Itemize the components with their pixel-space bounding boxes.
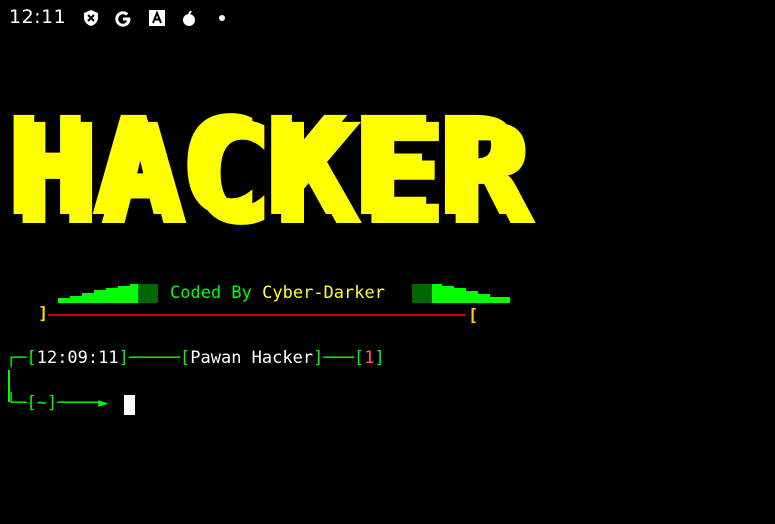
credit-text: Coded By Cyber-Darker	[170, 283, 385, 303]
prompt-time: 12:09:11	[36, 348, 119, 368]
banner-text: HACKER	[4, 100, 522, 240]
terminal-cursor[interactable]	[124, 395, 135, 415]
red-divider	[48, 314, 466, 316]
separator-row: ] [	[38, 304, 479, 326]
prompt-input-line: └─[~]────►	[6, 393, 109, 413]
credit-author: Cyber-Darker	[262, 283, 385, 303]
hacker-banner: HACKER HACKER	[0, 89, 540, 256]
prompt-count: 1	[364, 348, 375, 368]
prompt-header: ┌─[12:09:11]─────[Pawan Hacker]───[1]	[6, 348, 385, 368]
shield-x-icon	[82, 9, 100, 31]
prompt-user: Pawan Hacker	[190, 348, 314, 368]
status-bar: 12:11	[0, 0, 775, 36]
notification-dot-icon	[219, 15, 225, 21]
bomb-icon	[181, 9, 197, 31]
font-icon	[148, 9, 166, 31]
google-icon	[113, 9, 133, 33]
prompt-dir: ~	[36, 393, 47, 413]
credit-prefix: Coded By	[170, 283, 252, 303]
left-bracket: ]	[38, 304, 49, 324]
right-bracket: [	[468, 306, 479, 326]
status-time: 12:11	[9, 6, 67, 28]
